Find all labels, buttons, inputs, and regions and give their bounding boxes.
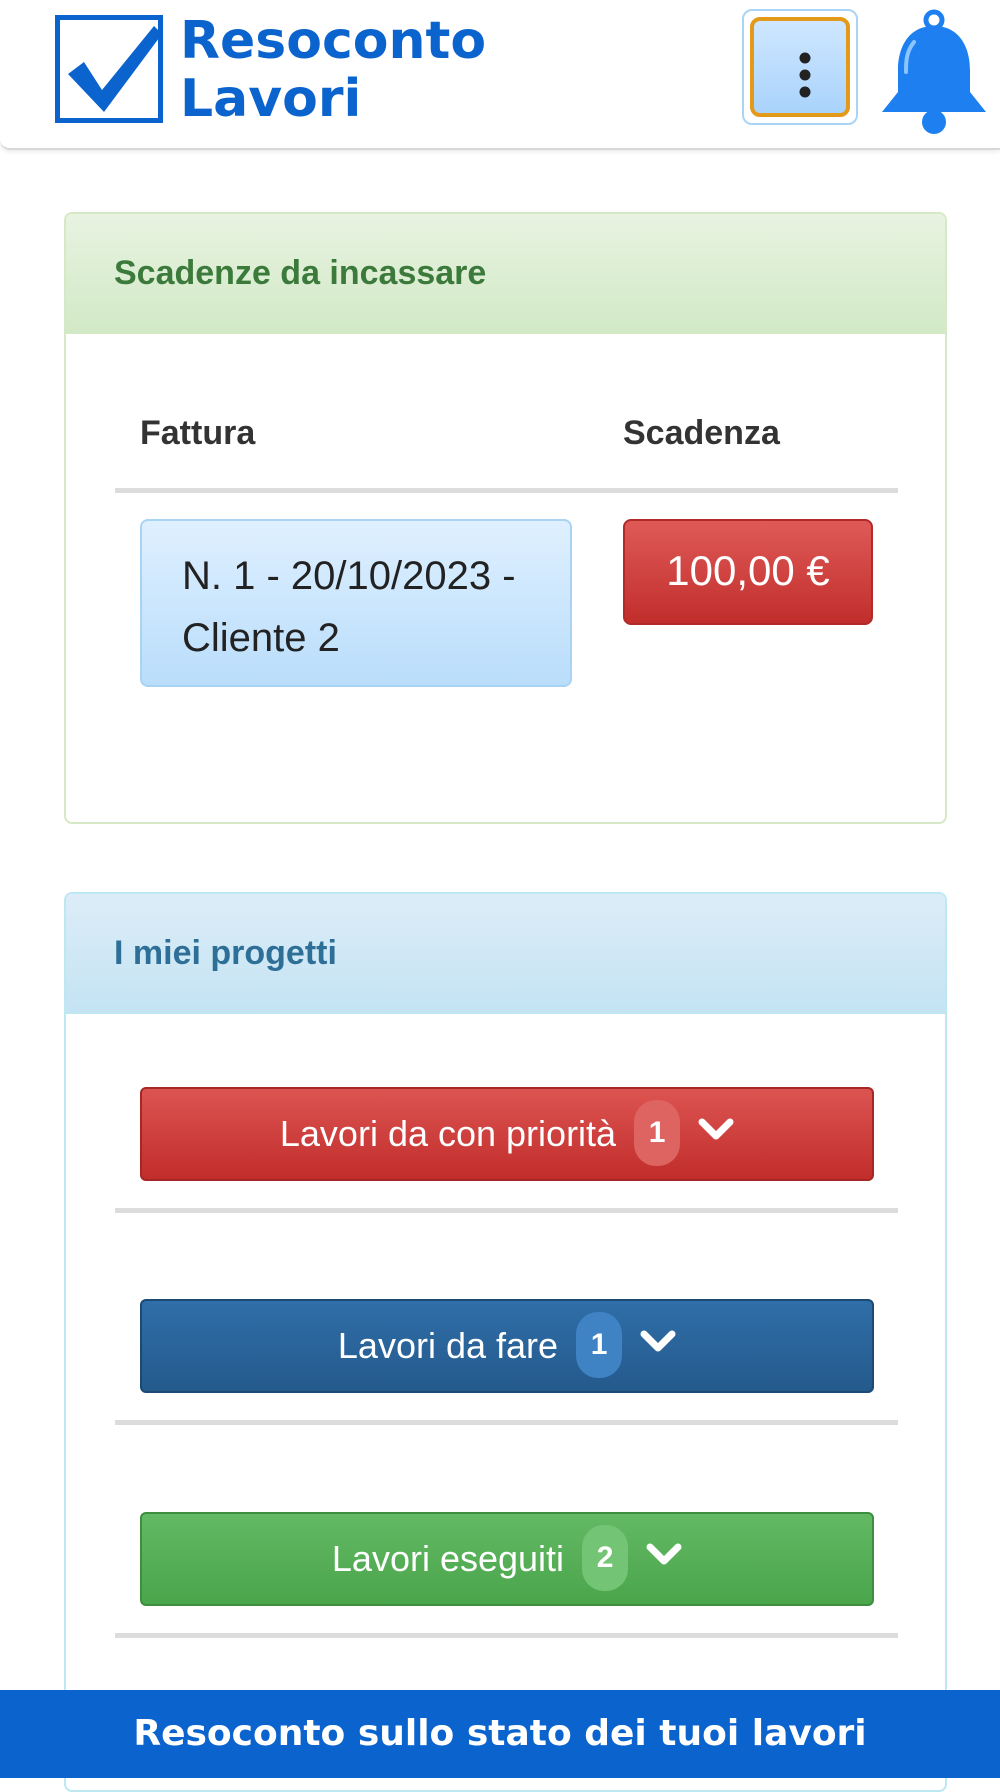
done-jobs-count-badge: 2 (582, 1525, 629, 1592)
menu-button[interactable] (742, 9, 858, 125)
list-divider (115, 1420, 898, 1425)
chevron-down-icon (698, 1118, 734, 1140)
scadenze-panel-title: Scadenze da incassare (66, 214, 945, 334)
app-title-line2: Lavori (180, 69, 362, 129)
app-title: Resoconto Lavori (180, 12, 486, 128)
todo-jobs-label: Lavori da fare (337, 1325, 559, 1366)
chevron-down-icon (646, 1543, 682, 1565)
table-divider (115, 488, 898, 493)
app-title-line1: Resoconto (180, 11, 487, 71)
scadenze-panel: Scadenze da incassare Fattura Scadenza N… (64, 212, 947, 824)
invoice-item[interactable]: N. 1 - 20/10/2023 - Cliente 2 (140, 519, 572, 687)
progetti-panel-title: I miei progetti (66, 894, 945, 1014)
priority-jobs-count-badge: 1 (634, 1100, 681, 1167)
priority-jobs-label: Lavori da con priorità (279, 1113, 617, 1154)
footer-banner: Resoconto sullo stato dei tuoi lavori (0, 1690, 1000, 1778)
list-divider (115, 1633, 898, 1638)
done-jobs-label: Lavori eseguiti (331, 1538, 565, 1579)
todo-jobs-button[interactable]: Lavori da fare 1 (140, 1299, 874, 1393)
bell-icon[interactable] (876, 8, 992, 136)
todo-jobs-count-badge: 1 (576, 1312, 623, 1379)
list-divider (115, 1208, 898, 1213)
done-jobs-button[interactable]: Lavori eseguiti 2 (140, 1512, 874, 1606)
app-header: Resoconto Lavori (0, 0, 1000, 150)
chevron-down-icon (640, 1330, 676, 1352)
column-header-fattura: Fattura (140, 414, 256, 452)
amount-due-button[interactable]: 100,00 € (623, 519, 873, 625)
kebab-menu-icon (799, 52, 811, 98)
priority-jobs-button[interactable]: Lavori da con priorità 1 (140, 1087, 874, 1181)
column-header-scadenza: Scadenza (623, 414, 780, 452)
progetti-panel: I miei progetti Lavori da con priorità 1… (64, 892, 947, 1792)
logo-checkbox-icon (55, 15, 163, 123)
